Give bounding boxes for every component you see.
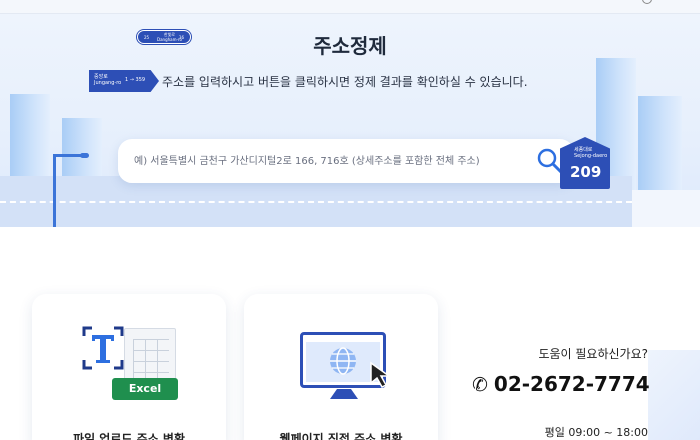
excel-badge: Excel — [112, 378, 178, 400]
building-illustration — [10, 94, 50, 184]
card-label: 파일 업로드 주소 변환 — [73, 432, 185, 440]
search-icon[interactable] — [536, 147, 564, 175]
address-search-bar — [118, 139, 574, 183]
building-illustration — [648, 350, 700, 440]
user-icon[interactable] — [642, 0, 652, 4]
road-sign-left: 중앙로 Jungang-ro 1 → 359 — [89, 70, 159, 92]
file-upload-card[interactable]: Excel 파일 업로드 주소 변환 — [32, 294, 226, 440]
streetlight-icon — [53, 156, 56, 227]
address-search-input[interactable] — [134, 151, 534, 171]
help-phone[interactable]: ✆ 02-2672-7774 — [472, 372, 650, 396]
text-recognition-icon — [82, 326, 124, 370]
road-illustration — [632, 190, 700, 227]
building-illustration — [62, 118, 102, 184]
page-title: 주소정제 — [313, 34, 387, 58]
page-subtitle: 주소를 입력하시고 버튼을 클릭하시면 정제 결과를 확인하실 수 있습니다. — [162, 75, 528, 89]
card-label: 웹페이지 직접 주소 변환 — [279, 432, 403, 440]
help-hours: 평일 09:00 ~ 18:00 — [544, 426, 648, 439]
phone-icon: ✆ — [472, 374, 488, 396]
direct-input-card[interactable]: 웹페이지 직접 주소 변환 — [244, 294, 438, 440]
top-bar — [0, 0, 700, 14]
building-illustration — [638, 96, 682, 190]
help-question: 도움이 필요하신가요? — [538, 347, 648, 361]
road-lane-line — [0, 201, 632, 203]
monitor-cursor-icon — [300, 332, 392, 388]
help-section: 도움이 필요하신가요? — [538, 345, 648, 362]
